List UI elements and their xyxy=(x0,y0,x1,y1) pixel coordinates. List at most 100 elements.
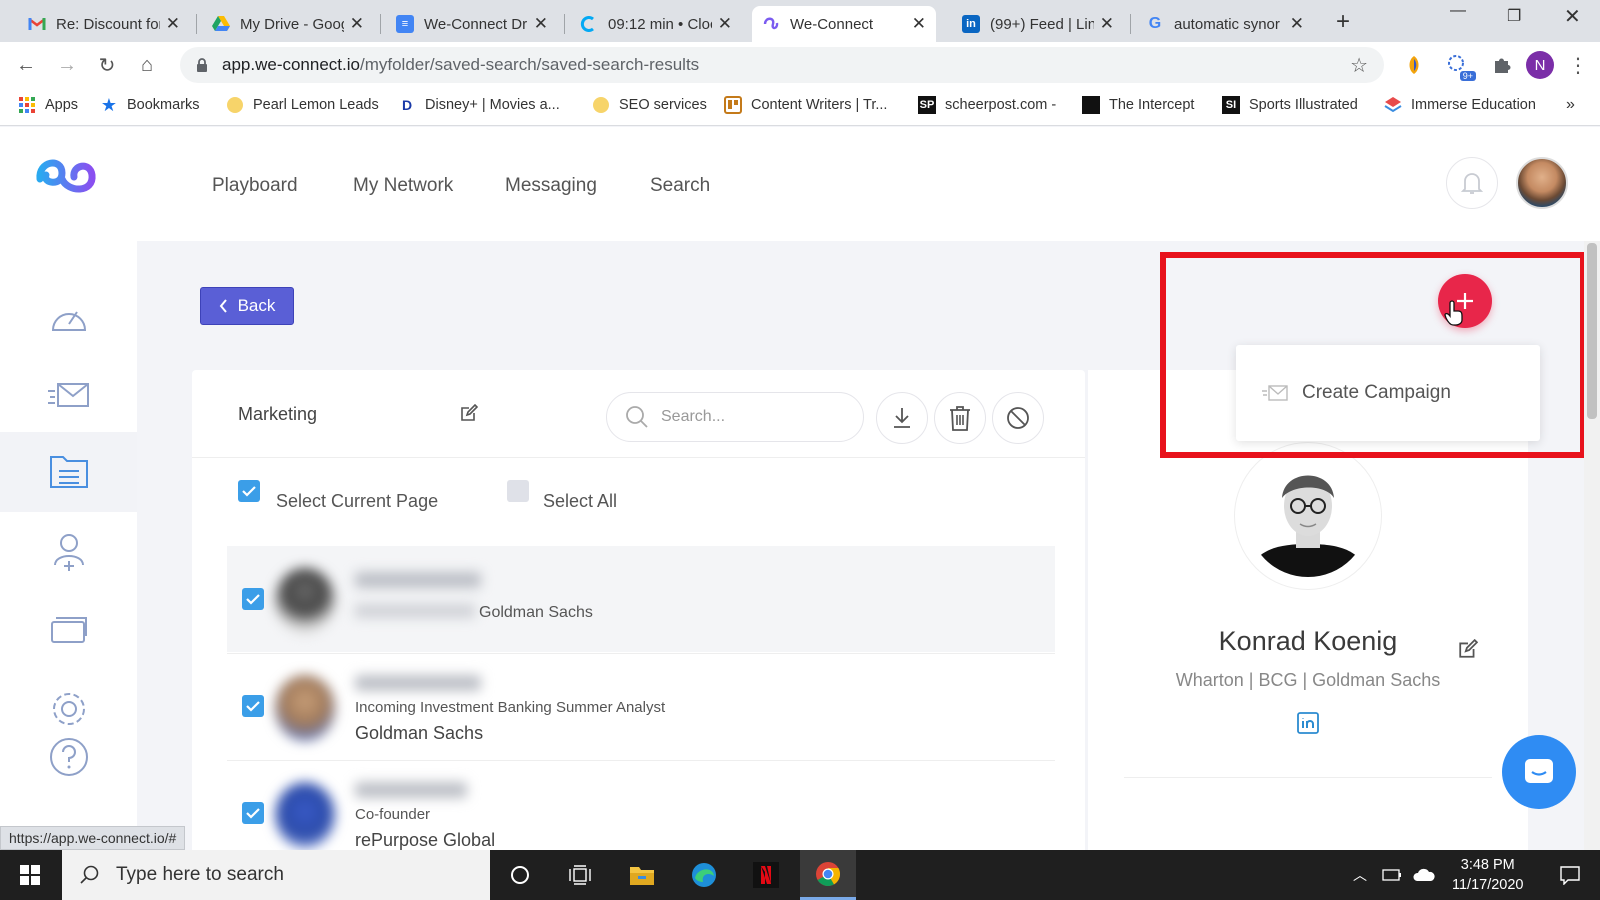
list-item[interactable]: Incoming Investment Banking Summer Analy… xyxy=(227,653,1055,759)
sidebar-item-saved-searches[interactable] xyxy=(0,432,137,512)
address-bar[interactable]: app.we-connect.io/myfolder/saved-search/… xyxy=(180,47,1384,83)
sidebar-item-contacts[interactable] xyxy=(0,511,137,591)
extension-badge-icon[interactable]: 9+ xyxy=(1446,53,1476,81)
checkbox-unchecked[interactable] xyxy=(507,480,529,502)
back-button[interactable]: Back xyxy=(200,287,294,325)
bookmark-content-writers[interactable]: Content Writers | Tr... xyxy=(724,96,887,114)
back-arrow-icon[interactable]: ← xyxy=(14,53,38,77)
linkedin-icon[interactable] xyxy=(1297,712,1319,734)
onedrive-cloud-icon[interactable] xyxy=(1410,850,1438,900)
nav-playboard[interactable]: Playboard xyxy=(212,175,298,197)
bookmark-intercept[interactable]: The Intercept xyxy=(1082,96,1194,114)
tab-gmail[interactable]: Re: Discount for ✕ xyxy=(18,6,190,42)
bookmark-bookmarks[interactable]: ★ Bookmarks xyxy=(100,94,200,115)
edge-browser-icon[interactable] xyxy=(676,850,732,900)
delete-button[interactable] xyxy=(934,392,986,444)
list-item[interactable]: Goldman Sachs xyxy=(227,546,1055,652)
restore-button[interactable]: ❐ xyxy=(1507,6,1521,26)
netflix-icon[interactable] xyxy=(738,850,794,900)
search-input[interactable] xyxy=(661,408,841,426)
sidebar xyxy=(0,127,137,850)
home-icon[interactable]: ⌂ xyxy=(135,53,159,77)
seo-icon xyxy=(592,96,610,114)
checkbox-checked[interactable] xyxy=(238,480,260,502)
bookmark-sports-illustrated[interactable]: SI Sports Illustrated xyxy=(1222,96,1358,114)
close-icon[interactable]: ✕ xyxy=(912,14,926,34)
extension-icon[interactable] xyxy=(1402,53,1426,77)
bookmark-pearl-lemon[interactable]: Pearl Lemon Leads xyxy=(226,96,379,114)
disney-plus-icon: D xyxy=(401,97,413,113)
sidebar-item-campaigns[interactable] xyxy=(0,355,137,435)
block-button[interactable] xyxy=(992,392,1044,444)
reload-icon[interactable]: ↻ xyxy=(95,53,119,77)
sidebar-item-templates[interactable] xyxy=(0,589,137,669)
bookmark-seo[interactable]: SEO services xyxy=(592,96,707,114)
minimize-button[interactable]: — xyxy=(1450,2,1466,20)
blurred-name xyxy=(355,675,481,691)
browser-tab-strip: Re: Discount for ✕ My Drive - Goog ✕ ≡ W… xyxy=(0,0,1600,42)
nav-search[interactable]: Search xyxy=(650,175,710,197)
star-icon: ★ xyxy=(100,94,118,115)
notifications-bell-icon[interactable] xyxy=(1446,157,1498,209)
tab-title: We-Connect Dr xyxy=(424,15,528,33)
profile-avatar[interactable]: N xyxy=(1526,51,1554,79)
edit-icon[interactable] xyxy=(1458,639,1478,659)
we-connect-logo[interactable] xyxy=(32,153,100,203)
taskbar-search[interactable]: Type here to search xyxy=(62,850,490,900)
nav-messaging[interactable]: Messaging xyxy=(505,175,597,197)
windows-start-icon[interactable] xyxy=(2,850,58,900)
edit-icon[interactable] xyxy=(460,404,478,422)
chevron-up-icon[interactable]: ︿ xyxy=(1346,850,1374,900)
sidebar-item-help[interactable] xyxy=(0,717,137,797)
more-bookmarks-chevron-icon[interactable]: » xyxy=(1566,96,1575,114)
cortana-icon[interactable] xyxy=(492,850,548,900)
search-icon xyxy=(80,865,100,885)
list-name: Marketing xyxy=(238,404,318,424)
close-icon[interactable]: ✕ xyxy=(350,14,364,34)
more-menu-icon[interactable]: ⋮ xyxy=(1566,53,1590,77)
select-all[interactable]: Select All xyxy=(507,480,617,511)
close-icon[interactable]: ✕ xyxy=(718,14,732,34)
close-icon[interactable]: ✕ xyxy=(534,14,548,34)
scrollbar-thumb[interactable] xyxy=(1587,243,1597,419)
download-button[interactable] xyxy=(876,392,928,444)
new-tab-button[interactable]: + xyxy=(1336,8,1350,36)
checkbox-checked[interactable] xyxy=(242,588,264,610)
task-view-icon[interactable] xyxy=(552,850,608,900)
tab-linkedin[interactable]: in (99+) Feed | Lin ✕ xyxy=(952,6,1124,42)
chrome-icon[interactable] xyxy=(800,850,856,900)
card-header: Marketing xyxy=(192,370,1085,458)
select-current-page[interactable]: Select Current Page xyxy=(238,480,438,511)
puzzle-extensions-icon[interactable] xyxy=(1490,53,1514,77)
bookmark-scheerpost[interactable]: SP scheerpost.com - xyxy=(918,96,1056,114)
url-host: app.we-connect.io xyxy=(222,55,360,74)
chat-launcher-button[interactable] xyxy=(1502,735,1576,809)
tab-google-docs[interactable]: ≡ We-Connect Dr ✕ xyxy=(386,6,558,42)
tab-clockify[interactable]: 09:12 min • Cloc ✕ xyxy=(570,6,742,42)
star-icon[interactable]: ☆ xyxy=(1350,53,1368,78)
tab-google-drive[interactable]: My Drive - Goog ✕ xyxy=(202,6,374,42)
taskbar-clock[interactable]: 3:48 PM 11/17/2020 xyxy=(1452,855,1524,895)
user-avatar[interactable] xyxy=(1516,157,1568,209)
close-icon[interactable]: ✕ xyxy=(1290,14,1304,34)
bookmark-apps[interactable]: Apps xyxy=(18,96,78,114)
tab-we-connect[interactable]: We-Connect ✕ xyxy=(752,6,936,42)
bookmark-disney[interactable]: D Disney+ | Movies a... xyxy=(398,96,560,114)
folder-list-icon xyxy=(49,455,89,489)
checkbox-checked[interactable] xyxy=(242,802,264,824)
file-explorer-icon[interactable] xyxy=(614,850,670,900)
notification-center-icon[interactable] xyxy=(1542,850,1598,900)
tab-google-search[interactable]: G automatic synor ✕ xyxy=(1136,6,1314,42)
search-box[interactable] xyxy=(606,392,864,442)
forward-arrow-icon[interactable]: → xyxy=(55,53,79,77)
battery-icon[interactable] xyxy=(1378,850,1406,900)
bookmark-immerse[interactable]: Immerse Education xyxy=(1384,96,1536,114)
close-icon[interactable]: ✕ xyxy=(1100,14,1114,34)
scheerpost-icon: SP xyxy=(918,96,936,114)
close-window-button[interactable]: ✕ xyxy=(1564,4,1581,29)
close-icon[interactable]: ✕ xyxy=(166,14,180,34)
sidebar-item-dashboard[interactable] xyxy=(0,279,137,359)
checkbox-checked[interactable] xyxy=(242,695,264,717)
list-item[interactable]: Co-founder rePurpose Global xyxy=(227,760,1055,850)
nav-my-network[interactable]: My Network xyxy=(353,175,453,197)
